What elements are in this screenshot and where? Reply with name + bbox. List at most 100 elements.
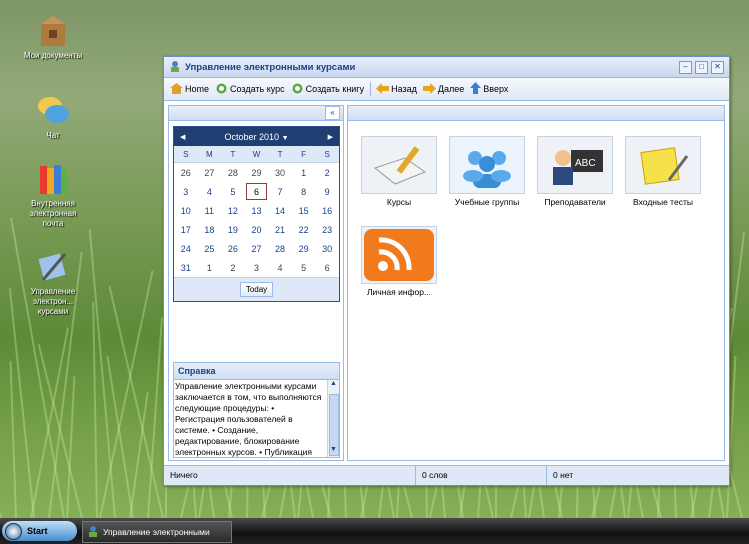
- calendar-day[interactable]: 27: [198, 163, 222, 183]
- calendar-day[interactable]: 6: [245, 182, 269, 201]
- calendar-day[interactable]: 25: [198, 239, 222, 258]
- refresh-add-icon: [215, 83, 228, 96]
- calendar-day[interactable]: 14: [268, 201, 292, 220]
- calendar-day[interactable]: 31: [174, 258, 198, 277]
- chevron-down-icon: ▼: [281, 134, 289, 142]
- month-label: October 2010: [224, 131, 280, 142]
- tile-personal-info[interactable]: Личная инфор...: [358, 226, 440, 297]
- calendar-day[interactable]: 12: [221, 201, 245, 220]
- calendar-day[interactable]: 1: [198, 258, 222, 277]
- calendar-day[interactable]: 21: [268, 220, 292, 239]
- calendar-day[interactable]: 19: [221, 220, 245, 239]
- calendar-day[interactable]: 30: [315, 239, 339, 258]
- calendar-day[interactable]: 17: [174, 220, 198, 239]
- toolbar: Home Создать курс Создать книгу Назад Да…: [164, 78, 729, 101]
- desktop-icon-course-management[interactable]: Управление электрон... курсами: [22, 248, 84, 317]
- desktop-icon-label: Внутренняя электронная почта: [29, 199, 77, 228]
- up-button[interactable]: Вверх: [470, 82, 508, 96]
- desktop-icon-internal-mail[interactable]: Внутренняя электронная почта: [22, 160, 84, 229]
- tile-study-groups[interactable]: Учебные группы: [446, 136, 528, 207]
- window-content: « ◀ October 2010 ▼ ▶ SMTWTFS 26 27 28 29 30 1…: [164, 101, 729, 465]
- arrow-right-icon: [422, 82, 436, 96]
- window-titlebar[interactable]: Управление электронными курсами – □ ✕: [164, 57, 729, 78]
- calendar-day[interactable]: 29: [245, 163, 269, 183]
- create-book-button[interactable]: Создать книгу: [291, 83, 364, 96]
- calendar-day[interactable]: 23: [315, 220, 339, 239]
- calendar-day[interactable]: 26: [174, 163, 198, 183]
- refresh-add-icon: [291, 83, 304, 96]
- desktop-icon-my-documents[interactable]: Мои документы: [22, 12, 84, 61]
- back-button[interactable]: Назад: [376, 82, 417, 96]
- calendar-day[interactable]: 28: [268, 239, 292, 258]
- calendar-day[interactable]: 15: [292, 201, 316, 220]
- calendar-day[interactable]: 28: [221, 163, 245, 183]
- calendar-day[interactable]: 7: [268, 182, 292, 201]
- calendar-day[interactable]: 3: [174, 182, 198, 201]
- main-panel-header: [348, 106, 724, 121]
- calendar-day[interactable]: 1: [292, 163, 316, 183]
- scroll-down-arrow-icon[interactable]: ▼: [328, 446, 339, 457]
- create-course-button[interactable]: Создать курс: [215, 83, 285, 96]
- desktop-icon-chat[interactable]: Чат: [22, 92, 84, 141]
- tile-entrance-tests[interactable]: Входные тесты: [622, 136, 704, 207]
- taskbar-window-label: Управление электронными: [103, 527, 210, 537]
- calendar-day[interactable]: 13: [245, 201, 269, 220]
- home-icon: [170, 82, 183, 96]
- tile-courses[interactable]: Курсы: [358, 136, 440, 207]
- maximize-button[interactable]: □: [695, 60, 708, 74]
- tile-teachers[interactable]: ABC Преподаватели: [534, 136, 616, 207]
- calendar-day[interactable]: 22: [292, 220, 316, 239]
- weekday-header: W: [244, 146, 269, 163]
- calendar-day[interactable]: 9: [315, 182, 339, 201]
- weekday-header: T: [268, 146, 292, 163]
- calendar-day[interactable]: 5: [221, 182, 245, 201]
- calendar-day[interactable]: 16: [315, 201, 339, 220]
- up-label: Вверх: [483, 84, 509, 94]
- calendar-day[interactable]: 18: [198, 220, 222, 239]
- scroll-up-arrow-icon[interactable]: ▲: [328, 380, 339, 391]
- arrow-left-icon: [376, 82, 390, 96]
- help-text: Управление электронными курсами заключае…: [175, 381, 322, 457]
- main-panel: Курсы Учебные группы ABC Преподаватели В…: [347, 105, 725, 461]
- calendar-day[interactable]: 30: [268, 163, 292, 183]
- create-course-label: Создать курс: [230, 84, 285, 94]
- calendar-day[interactable]: 10: [174, 201, 198, 220]
- calendar-day[interactable]: 5: [292, 258, 316, 277]
- back-label: Назад: [391, 84, 417, 94]
- calendar-day[interactable]: 26: [221, 239, 245, 258]
- taskbar: Start Управление электронными: [0, 518, 749, 544]
- weekday-header: F: [291, 146, 316, 163]
- grass-blade: [66, 376, 76, 518]
- pencil-paper-icon: [361, 136, 437, 194]
- app-icon: [87, 525, 99, 539]
- next-month-button[interactable]: ▶: [328, 133, 333, 141]
- arrow-up-icon: [470, 82, 482, 96]
- calendar-day[interactable]: 6: [315, 258, 339, 277]
- today-button[interactable]: Today: [239, 282, 274, 297]
- calendar-day[interactable]: 27: [245, 239, 269, 258]
- taskbar-window-button[interactable]: Управление электронными: [82, 521, 232, 543]
- forward-button[interactable]: Далее: [422, 82, 464, 96]
- calendar-day[interactable]: 2: [221, 258, 245, 277]
- prev-month-button[interactable]: ◀: [180, 133, 185, 141]
- calendar-day[interactable]: 4: [198, 182, 222, 201]
- calendar-day[interactable]: 29: [292, 239, 316, 258]
- calendar-day[interactable]: 4: [268, 258, 292, 277]
- calendar-day[interactable]: 24: [174, 239, 198, 258]
- calendar-day[interactable]: 8: [292, 182, 316, 201]
- start-orb-icon: [5, 522, 22, 540]
- tile-label: Преподаватели: [544, 197, 606, 207]
- calendar-day[interactable]: 2: [315, 163, 339, 183]
- calendar-day[interactable]: 3: [245, 258, 269, 277]
- minimize-button[interactable]: –: [679, 60, 692, 74]
- month-picker[interactable]: October 2010 ▼: [225, 132, 289, 142]
- calendar: ◀ October 2010 ▼ ▶ SMTWTFS 26 27 28 29 30 1 2 3…: [173, 126, 340, 302]
- collapse-panel-button[interactable]: «: [325, 106, 340, 120]
- close-button[interactable]: ✕: [711, 60, 724, 74]
- calendar-day[interactable]: 20: [245, 220, 269, 239]
- weekday-header: M: [197, 146, 222, 163]
- home-button[interactable]: Home: [170, 82, 209, 96]
- start-button[interactable]: Start: [2, 521, 77, 541]
- calendar-day[interactable]: 11: [198, 201, 222, 220]
- help-scrollbar[interactable]: ▲ ▼: [327, 380, 339, 457]
